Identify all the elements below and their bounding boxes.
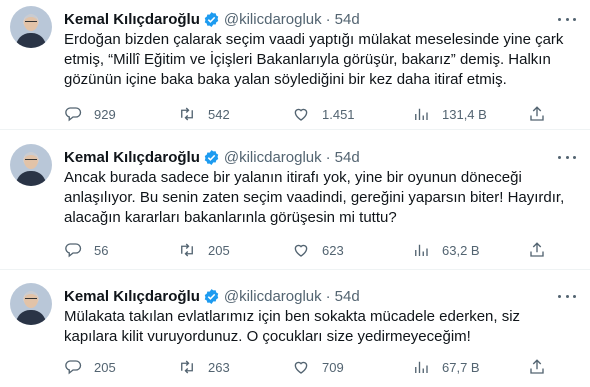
tweet-text: Erdoğan bizden çalarak seçim vaadi yaptı… [64,31,564,88]
share-icon [530,359,544,374]
tweet-actions: 56 205 623 63,2 B [60,239,544,261]
like-button[interactable]: 1.451 [292,105,355,123]
retweet-count: 205 [208,242,230,258]
views-bar-chart-icon [415,244,428,256]
author-handle[interactable]: @kilicdarogluk [224,288,322,305]
retweet-button[interactable]: 542 [178,105,230,123]
heart-icon [294,361,308,374]
tweet-text: Ancak burada sadece bir yalanın itirafı … [64,169,565,226]
tweet-feed: Kemal Kılıçdaroğlu @kilicdarogluk · 54d … [0,0,590,387]
verified-badge-icon [204,149,219,165]
retweet-count: 542 [208,106,230,122]
like-count: 1.451 [322,106,355,122]
author-handle[interactable]: @kilicdarogluk [224,11,322,28]
avatar[interactable] [10,6,52,48]
reply-button[interactable]: 56 [64,241,108,259]
tweet[interactable]: Kemal Kılıçdaroğlu @kilicdarogluk · 54d … [0,277,590,387]
view-count: 67,7 B [442,359,480,375]
more-dots-icon[interactable] [558,150,576,164]
more-dots-icon[interactable] [558,12,576,26]
tweet-actions: 929 542 1.451 131,4 B [60,103,544,125]
like-count: 709 [322,359,344,375]
view-count: 63,2 B [442,242,480,258]
views-button[interactable]: 67,7 B [412,358,480,376]
retweet-button[interactable]: 263 [178,358,230,376]
author-handle[interactable]: @kilicdarogluk [224,149,322,166]
separator-dot: · [325,287,331,305]
share-button[interactable] [528,241,558,259]
tweet-header: Kemal Kılıçdaroğlu @kilicdarogluk · 54d [64,9,360,29]
tweet-text: Mülakata takılan evlatlarımız için ben s… [64,308,521,345]
retweet-icon [181,243,193,257]
retweet-button[interactable]: 205 [178,241,230,259]
reply-icon [65,360,82,375]
reply-icon [65,107,82,122]
heart-icon [294,244,308,257]
verified-badge-icon [204,288,219,304]
views-button[interactable]: 131,4 B [412,105,487,123]
views-bar-chart-icon [415,361,428,373]
tweet-actions: 205 263 709 67,7 B [60,356,544,378]
verified-badge-icon [204,11,219,27]
avatar[interactable] [10,283,52,325]
views-bar-chart-icon [415,108,428,120]
author-name[interactable]: Kemal Kılıçdaroğlu [64,11,200,28]
heart-icon [294,108,308,121]
tweet-header: Kemal Kılıçdaroğlu @kilicdarogluk · 54d [64,286,360,306]
views-button[interactable]: 63,2 B [412,241,480,259]
reply-count: 929 [94,106,116,122]
like-count: 623 [322,242,344,258]
retweet-icon [181,360,193,374]
reply-count: 205 [94,359,116,375]
tweet[interactable]: Kemal Kılıçdaroğlu @kilicdarogluk · 54d … [0,0,590,130]
tweet-header: Kemal Kılıçdaroğlu @kilicdarogluk · 54d [64,147,360,167]
tweet-time[interactable]: 54d [335,11,360,28]
like-button[interactable]: 709 [292,358,344,376]
share-icon [530,106,544,121]
separator-dot: · [325,148,331,166]
share-button[interactable] [528,105,558,123]
author-name[interactable]: Kemal Kılıçdaroğlu [64,149,200,166]
more-dots-icon[interactable] [558,289,576,303]
retweet-count: 263 [208,359,230,375]
share-icon [530,242,544,257]
share-button[interactable] [528,358,558,376]
author-name[interactable]: Kemal Kılıçdaroğlu [64,288,200,305]
reply-button[interactable]: 205 [64,358,116,376]
reply-count: 56 [94,242,109,258]
reply-button[interactable]: 929 [64,105,116,123]
view-count: 131,4 B [442,106,487,122]
reply-icon [65,243,82,258]
tweet[interactable]: Kemal Kılıçdaroğlu @kilicdarogluk · 54d … [0,138,590,270]
separator-dot: · [325,10,331,28]
tweet-time[interactable]: 54d [335,288,360,305]
retweet-icon [181,107,193,121]
like-button[interactable]: 623 [292,241,344,259]
avatar[interactable] [10,144,52,186]
tweet-time[interactable]: 54d [335,149,360,166]
